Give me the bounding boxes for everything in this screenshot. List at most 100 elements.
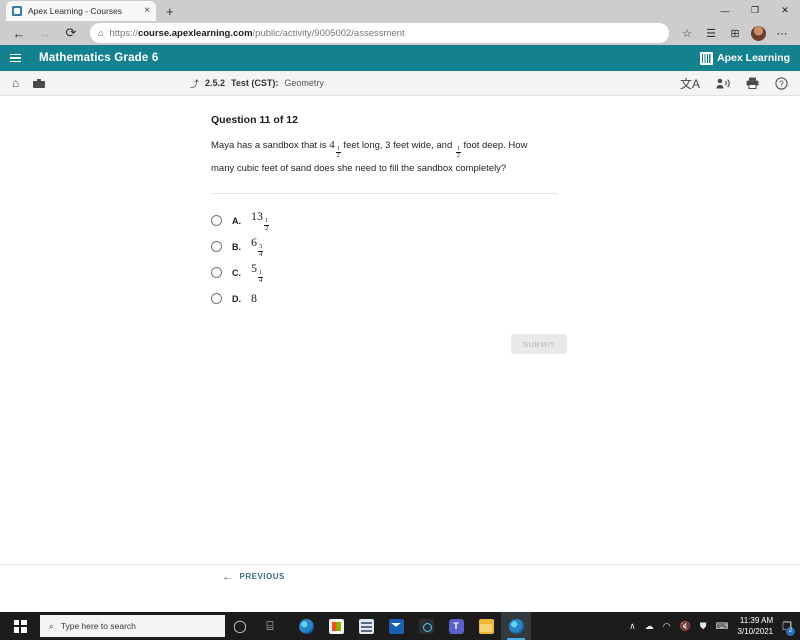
cortana-icon[interactable]: ◯ bbox=[225, 612, 255, 640]
taskbar-app-store[interactable] bbox=[321, 612, 351, 640]
choice-value-c: 514 bbox=[251, 260, 264, 285]
favicon-icon bbox=[12, 6, 22, 16]
assessment-content: Question 11 of 12 Maya has a sandbox tha… bbox=[0, 96, 800, 588]
choice-a[interactable]: A. 13 1 2 bbox=[211, 208, 580, 234]
store-icon bbox=[328, 618, 344, 634]
length-whole: 4 bbox=[329, 139, 335, 151]
back-icon[interactable]: ← bbox=[6, 22, 32, 44]
translate-icon[interactable]: 文A bbox=[680, 75, 700, 92]
question-text-part1: Maya has a sandbox that is bbox=[211, 140, 330, 151]
choice-letter-d: D. bbox=[232, 293, 241, 304]
tray-chevron-icon[interactable]: ∧ bbox=[629, 621, 636, 632]
activity-footer: ← PREVIOUS bbox=[0, 564, 800, 588]
hamburger-menu-icon[interactable] bbox=[10, 53, 21, 63]
new-tab-button[interactable]: + bbox=[166, 4, 174, 19]
choice-c[interactable]: C. 514 bbox=[211, 260, 580, 286]
breadcrumb-label: Test (CST): bbox=[231, 78, 279, 88]
choice-value-a: 13 1 2 bbox=[251, 209, 270, 233]
teams-icon bbox=[448, 618, 464, 634]
address-bar[interactable]: ⌂ https://course.apexlearning.com/public… bbox=[90, 23, 669, 43]
question-text: Maya has a sandbox that is 412 feet long… bbox=[211, 137, 551, 177]
clock-time: 11:39 AM bbox=[739, 616, 774, 625]
help-glyph: ? bbox=[775, 76, 788, 90]
app-header: Mathematics Grade 6 Apex Learning bbox=[0, 45, 800, 71]
calculator-icon bbox=[358, 618, 374, 634]
question-text-part2: feet long, 3 feet wide, and bbox=[340, 140, 455, 151]
windows-logo-icon bbox=[13, 619, 27, 633]
choice-d[interactable]: D. 8 bbox=[211, 286, 580, 312]
favorites-icon[interactable]: ☰ bbox=[699, 22, 723, 44]
submit-button[interactable]: SUBMIT bbox=[511, 334, 567, 355]
radio-c[interactable] bbox=[211, 267, 222, 279]
task-view-icon[interactable]: ⌸ bbox=[255, 612, 285, 640]
taskbar-apps bbox=[291, 612, 531, 640]
help-icon[interactable]: ? bbox=[775, 76, 788, 90]
url-path: /public/activity/9005002/assessment bbox=[252, 27, 405, 39]
home-icon[interactable]: ⌂ bbox=[12, 76, 19, 90]
toolbar-right-group: 文A ? bbox=[680, 75, 788, 92]
question-heading: Question 11 of 12 bbox=[211, 114, 298, 126]
radio-b[interactable] bbox=[211, 241, 222, 253]
forward-icon[interactable]: → bbox=[32, 22, 58, 44]
tab-title: Apex Learning - Courses bbox=[28, 6, 123, 16]
choice-b-whole: 6 bbox=[251, 234, 257, 249]
notification-count: 2 bbox=[786, 626, 795, 636]
taskbar-app-camera[interactable] bbox=[411, 612, 441, 640]
choice-b[interactable]: B. 634 bbox=[211, 234, 580, 260]
avatar[interactable] bbox=[751, 25, 766, 41]
taskbar-app-edge-active[interactable] bbox=[501, 612, 531, 640]
briefcase-icon[interactable] bbox=[33, 78, 46, 89]
previous-button[interactable]: ← PREVIOUS bbox=[222, 571, 285, 583]
collections-icon[interactable]: ⊞ bbox=[723, 22, 747, 44]
choice-value-d: 8 bbox=[251, 291, 257, 306]
system-tray: ∧ ☁ ◠ 🔇 ⛊ ⌨ 11:39 AM 3/10/2021 ❐ 2 bbox=[629, 615, 800, 637]
read-aloud-icon[interactable] bbox=[716, 78, 730, 89]
choice-c-denominator: 4 bbox=[259, 276, 263, 284]
browser-tab[interactable]: Apex Learning - Courses × bbox=[6, 1, 156, 21]
edge-icon bbox=[298, 618, 314, 634]
choice-c-fraction: 14 bbox=[258, 269, 264, 285]
choice-letter-b: B. bbox=[232, 241, 241, 252]
taskbar-app-teams[interactable] bbox=[441, 612, 471, 640]
choice-a-fraction: 12 bbox=[264, 217, 270, 233]
close-icon[interactable]: × bbox=[144, 6, 150, 16]
breadcrumb-up-icon[interactable]: ⤴ bbox=[190, 77, 199, 90]
taskbar-app-mail[interactable] bbox=[381, 612, 411, 640]
taskbar-app-calculator[interactable] bbox=[351, 612, 381, 640]
radio-d[interactable] bbox=[211, 293, 222, 305]
choice-d-whole: 8 bbox=[251, 291, 257, 306]
choice-b-denominator: 4 bbox=[259, 250, 263, 258]
reload-icon[interactable]: ⟳ bbox=[58, 22, 84, 44]
previous-label: PREVIOUS bbox=[239, 572, 285, 581]
onedrive-icon[interactable]: ☁ bbox=[645, 621, 654, 632]
read-aloud-glyph bbox=[716, 78, 730, 88]
minimize-button[interactable]: — bbox=[710, 0, 740, 21]
volume-icon[interactable]: 🔇 bbox=[680, 621, 691, 632]
navigation-bar: ← → ⟳ ⌂ https://course.apexlearning.com/… bbox=[0, 21, 800, 45]
taskbar-app-edge[interactable] bbox=[291, 612, 321, 640]
divider bbox=[211, 192, 558, 194]
radio-a[interactable] bbox=[211, 215, 222, 227]
start-button[interactable] bbox=[0, 612, 40, 640]
security-icon[interactable]: ⛊ bbox=[700, 621, 707, 632]
print-icon[interactable] bbox=[746, 77, 759, 89]
wifi-icon[interactable]: ◠ bbox=[663, 621, 671, 632]
maximize-button[interactable]: ❐ bbox=[740, 0, 770, 21]
notifications-icon[interactable]: ❐ 2 bbox=[782, 620, 795, 636]
taskbar-app-explorer[interactable] bbox=[471, 612, 501, 640]
submit-row: SUBMIT bbox=[211, 334, 580, 355]
question-length-value: 412 bbox=[329, 139, 341, 159]
choice-letter-a: A. bbox=[232, 215, 241, 226]
choice-b-fraction: 34 bbox=[258, 243, 264, 259]
choice-c-whole: 5 bbox=[251, 260, 257, 275]
windows-taskbar: ⌕ Type here to search ◯ ⌸ ∧ ☁ ◠ 🔇 ⛊ ⌨ 11… bbox=[0, 612, 800, 640]
keyboard-icon[interactable]: ⌨ bbox=[716, 621, 729, 632]
clock[interactable]: 11:39 AM 3/10/2021 bbox=[738, 615, 774, 637]
taskbar-search[interactable]: ⌕ Type here to search bbox=[40, 615, 225, 637]
add-favorite-icon[interactable]: ☆ bbox=[675, 22, 699, 44]
question-panel: Question 11 of 12 Maya has a sandbox tha… bbox=[0, 96, 580, 355]
breadcrumb: ⤴ 2.5.2 Test (CST): Geometry bbox=[190, 77, 324, 90]
settings-icon[interactable]: ⋯ bbox=[770, 22, 794, 44]
url-text: https://course.apexlearning.com/public/a… bbox=[109, 28, 404, 39]
close-window-button[interactable]: ✕ bbox=[770, 0, 800, 21]
